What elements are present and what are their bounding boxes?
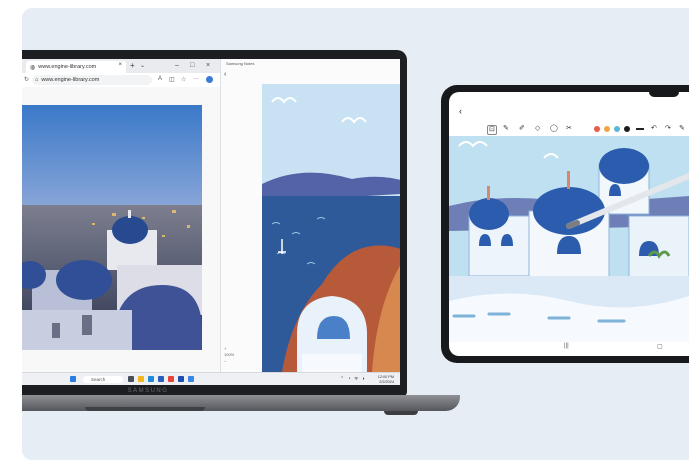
read-aloud-icon[interactable]: A xyxy=(158,76,162,82)
tablet-screen: ‹ ⊡ ✎ ✐ ◇ ◯ ✂ ↶ ↷ ✎ ||| ▢ xyxy=(449,92,689,356)
minimize-button[interactable]: – xyxy=(175,61,179,71)
file-explorer-icon[interactable] xyxy=(138,376,144,382)
front-camera-notch xyxy=(649,92,679,97)
refresh-icon[interactable]: ↻ xyxy=(24,76,29,83)
highlighter-icon[interactable]: ✐ xyxy=(519,125,525,133)
home-button[interactable]: ▢ xyxy=(657,343,663,350)
recent-apps-button[interactable]: ||| xyxy=(564,343,569,349)
edge-browser-icon[interactable] xyxy=(148,376,154,382)
copilot-icon[interactable] xyxy=(206,76,213,83)
laptop-brand-logo: SAMSUNG xyxy=(127,388,169,394)
laptop-screen: ◍ www.engine-library.com × + ⌄ – □ × ↻ ⌂… xyxy=(22,59,400,385)
laptop-notch xyxy=(85,407,205,411)
undo-icon[interactable]: ↶ xyxy=(651,125,657,133)
favorite-star-icon[interactable]: ☆ xyxy=(181,76,186,83)
globe-icon: ◍ xyxy=(30,64,36,71)
notes-window-title: Samsung Notes xyxy=(226,61,255,66)
pen-toolbar: ⊡ ✎ ✐ ◇ ◯ ✂ ↶ ↷ ✎ xyxy=(449,122,689,136)
santorini-drawing xyxy=(449,136,689,342)
zoom-out-button[interactable]: – xyxy=(224,358,234,364)
shape-icon[interactable]: ✂ xyxy=(566,125,572,133)
taskbar-clock[interactable]: 12:00 PM 2/2/2024 xyxy=(378,375,394,384)
clock-time: 12:00 PM xyxy=(377,375,394,379)
close-window-button[interactable]: × xyxy=(206,61,210,71)
more-options-icon[interactable]: ··· xyxy=(193,76,199,82)
color-swatch-teal[interactable] xyxy=(614,126,620,132)
redo-icon[interactable]: ↷ xyxy=(665,125,671,133)
notes-app-icon[interactable] xyxy=(168,376,174,382)
windows-taskbar: Search ⌃ ◔ ᯤ ◖ 12:00 PM 2/2/2024 xyxy=(22,372,400,385)
browser-address-bar: ↻ ⌂ www.engine-library.com A ◫ ☆ ··· xyxy=(22,73,220,88)
system-tray-icons[interactable]: ⌃ ◔ ᯤ ◖ xyxy=(340,376,366,382)
santorini-photo xyxy=(22,105,202,350)
browser-page-content xyxy=(22,87,220,372)
eraser-icon[interactable]: ◇ xyxy=(535,125,540,133)
new-tab-button[interactable]: + xyxy=(130,61,135,71)
start-menu-icon[interactable] xyxy=(70,376,76,382)
url-text: www.engine-library.com xyxy=(41,77,100,83)
pen-settings-icon[interactable]: ✎ xyxy=(679,125,685,133)
laptop-foot xyxy=(384,411,418,415)
close-tab-icon[interactable]: × xyxy=(118,62,122,68)
gallery-icon[interactable] xyxy=(178,376,184,382)
taskbar-search-text: Search xyxy=(91,377,106,382)
url-field[interactable]: ⌂ www.engine-library.com xyxy=(32,75,152,85)
maximize-button[interactable]: □ xyxy=(190,61,194,71)
back-arrow-icon[interactable]: ‹ xyxy=(459,106,462,116)
task-view-icon[interactable] xyxy=(128,376,134,382)
back-arrow-icon[interactable]: ‹ xyxy=(224,71,226,78)
zoom-controls[interactable]: + 100% – xyxy=(224,346,234,364)
browser-tab[interactable]: ◍ www.engine-library.com × xyxy=(26,61,126,73)
settings-icon[interactable] xyxy=(188,376,194,382)
color-swatch-red[interactable] xyxy=(594,126,600,132)
color-swatch-black[interactable] xyxy=(624,126,630,132)
santorini-illustration xyxy=(262,84,400,372)
stroke-width-icon[interactable] xyxy=(636,128,644,130)
tab-menu-chevron-icon[interactable]: ⌄ xyxy=(140,62,145,69)
pen-icon[interactable]: ✎ xyxy=(503,125,509,133)
split-screen-icon[interactable]: ◫ xyxy=(169,76,175,83)
keyboard-mode-icon[interactable]: ⊡ xyxy=(487,125,497,135)
browser-tab-bar: ◍ www.engine-library.com × + ⌄ – □ × xyxy=(22,59,220,73)
notes-app-pane: Samsung Notes ‹ + 100% – xyxy=(220,59,400,372)
clock-date: 2/2/2024 xyxy=(379,379,394,384)
taskbar-search[interactable]: Search xyxy=(83,376,123,383)
store-icon[interactable] xyxy=(158,376,164,382)
home-icon[interactable]: ⌂ xyxy=(35,77,38,83)
lasso-icon[interactable]: ◯ xyxy=(550,125,558,133)
browser-tab-title: www.engine-library.com xyxy=(38,64,97,70)
color-swatch-orange[interactable] xyxy=(604,126,610,132)
